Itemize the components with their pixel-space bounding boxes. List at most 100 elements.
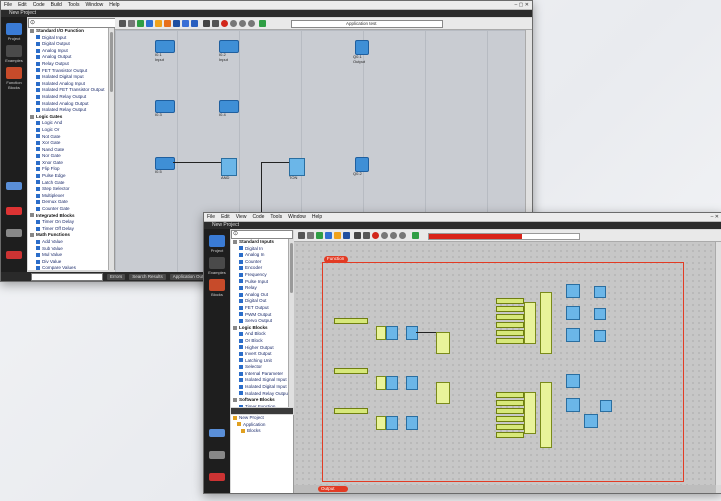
menu-item[interactable]: Edit bbox=[221, 214, 230, 220]
project-tree-item[interactable]: Blocks bbox=[231, 428, 293, 435]
output-block[interactable] bbox=[355, 40, 369, 55]
gate-block[interactable] bbox=[436, 382, 450, 404]
output-block[interactable] bbox=[566, 398, 580, 412]
diagram-canvas[interactable]: Function bbox=[294, 242, 716, 485]
distribute-tool-icon[interactable] bbox=[191, 20, 198, 27]
tree-item[interactable]: Nand Gate bbox=[28, 147, 114, 154]
menu-item[interactable]: Code bbox=[252, 214, 264, 220]
tree-item[interactable]: Relay bbox=[231, 285, 293, 292]
tree-item[interactable]: Not Gate bbox=[28, 134, 114, 141]
grid-tool-icon[interactable] bbox=[173, 20, 180, 27]
pointer-tool-icon[interactable] bbox=[119, 20, 126, 27]
logic-block[interactable] bbox=[376, 376, 386, 390]
logic-block[interactable] bbox=[376, 326, 386, 340]
tree-item[interactable]: Demux Gate bbox=[28, 199, 114, 206]
tree-item[interactable]: Div Value bbox=[28, 259, 114, 266]
timer-block[interactable] bbox=[386, 376, 398, 390]
variable-bar[interactable] bbox=[496, 306, 524, 312]
menu-item[interactable]: Tools bbox=[68, 2, 80, 8]
compare-block[interactable] bbox=[406, 416, 418, 430]
tree-item[interactable]: Isolated Digital Input bbox=[231, 384, 293, 391]
output-block[interactable] bbox=[566, 328, 580, 342]
menu-item[interactable]: Build bbox=[51, 2, 62, 8]
output-block[interactable] bbox=[355, 157, 369, 172]
tree-item[interactable]: Internal Parameter bbox=[231, 371, 293, 378]
tree-item[interactable]: FET Output bbox=[231, 305, 293, 312]
tree-item[interactable]: Selector bbox=[231, 364, 293, 371]
project-icon[interactable] bbox=[209, 235, 225, 247]
tree-item[interactable]: Nor Gate bbox=[28, 153, 114, 160]
input-variable-bar[interactable] bbox=[334, 318, 368, 324]
tree-item[interactable]: Isolated Signal Input bbox=[231, 377, 293, 384]
variable-bar[interactable] bbox=[496, 424, 524, 430]
canvas-scrollbar[interactable] bbox=[715, 242, 721, 485]
variable-bar[interactable] bbox=[496, 432, 524, 438]
tools-icon[interactable] bbox=[6, 251, 22, 259]
settings-icon[interactable] bbox=[6, 229, 22, 237]
output-block[interactable] bbox=[594, 286, 606, 298]
tree-item[interactable]: Relay Output bbox=[28, 61, 114, 68]
tree-item[interactable]: Encoder bbox=[231, 265, 293, 272]
tree-item[interactable]: Analog Output bbox=[28, 54, 114, 61]
tree-item[interactable]: Multiplexer bbox=[28, 193, 114, 200]
menu-item[interactable]: File bbox=[4, 2, 12, 8]
stop-icon[interactable] bbox=[221, 20, 228, 27]
tree-item[interactable]: Xor Gate bbox=[28, 140, 114, 147]
search-results-tab[interactable]: Search Results bbox=[129, 273, 166, 280]
output-block[interactable] bbox=[566, 284, 580, 298]
compare-block[interactable] bbox=[406, 326, 418, 340]
text-tool-icon[interactable] bbox=[146, 20, 153, 27]
compare-block[interactable] bbox=[406, 376, 418, 390]
output-block[interactable] bbox=[594, 308, 606, 320]
menu-item[interactable]: Tools bbox=[270, 214, 282, 220]
menu-item[interactable]: Code bbox=[33, 2, 45, 8]
variable-bar[interactable] bbox=[496, 408, 524, 414]
function-frame[interactable] bbox=[322, 262, 684, 482]
tree-group[interactable]: Standard Inputs bbox=[231, 239, 293, 246]
save-icon[interactable] bbox=[354, 232, 361, 239]
variable-bar[interactable] bbox=[496, 314, 524, 320]
variable-bar[interactable] bbox=[496, 392, 524, 398]
tree-item[interactable]: Frequency bbox=[231, 272, 293, 279]
print-icon[interactable] bbox=[212, 20, 219, 27]
gate-block[interactable] bbox=[436, 332, 450, 354]
tree-item[interactable]: Step Selector bbox=[28, 186, 114, 193]
tree-item[interactable]: Timer Off Delay bbox=[28, 226, 114, 233]
tree-item[interactable]: Isolated Relay Output bbox=[28, 94, 114, 101]
monitor-icon[interactable] bbox=[209, 429, 225, 437]
device-icon[interactable] bbox=[6, 207, 22, 215]
input-variable-bar[interactable] bbox=[334, 408, 368, 414]
tree-item[interactable]: Invert Output bbox=[231, 351, 293, 358]
selector-block[interactable] bbox=[540, 382, 552, 448]
mux-block[interactable] bbox=[524, 302, 536, 344]
print-icon[interactable] bbox=[363, 232, 370, 239]
tree-group[interactable]: Math Functions bbox=[28, 232, 114, 239]
tree-group[interactable]: Logic Gates bbox=[28, 114, 114, 121]
zoom-out-icon[interactable] bbox=[239, 20, 246, 27]
tree-item[interactable]: Isolated Relay Output bbox=[28, 107, 114, 114]
tree-item[interactable]: Analog Out bbox=[231, 292, 293, 299]
monitor-icon[interactable] bbox=[6, 182, 22, 190]
tree-item[interactable]: Or Block bbox=[231, 338, 293, 345]
variable-bar[interactable] bbox=[496, 416, 524, 422]
variable-bar[interactable] bbox=[496, 338, 524, 344]
tree-item[interactable]: Isolated Relay Output bbox=[231, 391, 293, 398]
tree-item[interactable]: Xnor Gate bbox=[28, 160, 114, 167]
tree-item[interactable]: Isolated FET Transistor Output bbox=[28, 87, 114, 94]
status-input[interactable] bbox=[31, 272, 103, 281]
function-blocks-icon[interactable] bbox=[6, 67, 22, 79]
tree-item[interactable]: Counter Gate bbox=[28, 206, 114, 213]
output-block[interactable] bbox=[584, 414, 598, 428]
window-controls[interactable]: – ✕ bbox=[711, 214, 719, 220]
save-icon[interactable] bbox=[203, 20, 210, 27]
wire-tool-icon[interactable] bbox=[128, 20, 135, 27]
tree-item[interactable]: Timer Function bbox=[231, 404, 293, 407]
tree-item[interactable]: Digital Input bbox=[28, 35, 114, 42]
block-search-input[interactable]: ⊙ bbox=[231, 230, 293, 239]
variable-bar[interactable] bbox=[496, 400, 524, 406]
highlight-tool-icon[interactable] bbox=[164, 20, 171, 27]
tree-item[interactable]: Latching Unit bbox=[231, 358, 293, 365]
tree-item[interactable]: Analog Input bbox=[28, 48, 114, 55]
errors-tab[interactable]: Errors bbox=[107, 273, 126, 280]
tree-item[interactable]: And Block bbox=[231, 331, 293, 338]
